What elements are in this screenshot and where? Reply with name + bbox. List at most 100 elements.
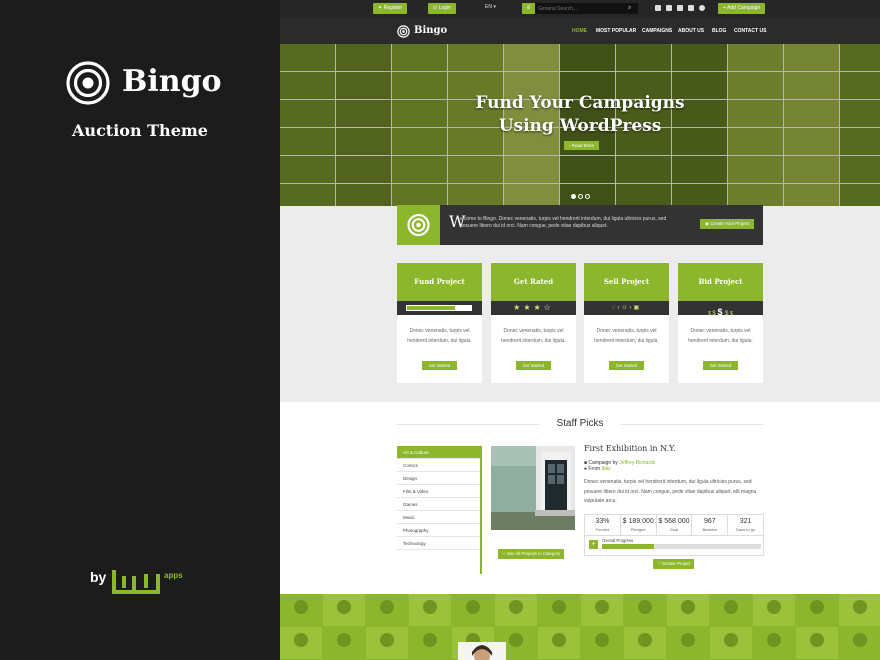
language-select[interactable]: EN ▾	[485, 4, 496, 10]
staff-picks-title: Staff Picks	[556, 418, 604, 429]
slider-dot[interactable]	[585, 194, 590, 199]
person-tile	[753, 594, 795, 626]
category-item[interactable]: Music	[397, 511, 481, 524]
chevron-down-icon: ▾	[491, 4, 496, 10]
project-image[interactable]	[491, 446, 575, 530]
nav-item-contact-us[interactable]: CONTACT US	[734, 28, 766, 34]
bingo-logo-icon	[66, 61, 110, 105]
category-item[interactable]: Photography	[397, 524, 481, 537]
person-tile	[538, 627, 580, 659]
get-started-button[interactable]: Get Started	[703, 361, 738, 370]
stat-pledged: $ 189 000 Pledged	[621, 515, 657, 535]
stat-label: Days to go	[736, 527, 756, 532]
maker-logo-icon	[112, 570, 160, 594]
progress-fill	[602, 544, 655, 549]
pinterest-icon[interactable]	[699, 5, 705, 11]
card-title: Sell Project	[584, 263, 669, 301]
card-title: Fund Project	[397, 263, 482, 301]
login-button[interactable]: ⊙ Login	[428, 3, 456, 14]
category-item[interactable]: Art & Culture	[397, 446, 481, 459]
person-tile	[452, 594, 494, 626]
category-item[interactable]: Games	[397, 498, 481, 511]
nav-item-about-us[interactable]: ABOUT US	[678, 28, 704, 34]
star-icon: ★	[523, 303, 534, 312]
person-tile	[667, 627, 709, 659]
see-all-projects-button[interactable]: ♡ See All Projects in Category	[498, 549, 565, 559]
person-tile	[538, 594, 580, 626]
main-navbar: Bingo HOME MOST POPULAR CAMPAIGNS ABOUT …	[280, 17, 880, 44]
nav-brand[interactable]: Bingo	[414, 25, 447, 36]
dollar-icon: $	[717, 307, 725, 317]
category-item[interactable]: Film & Video	[397, 485, 481, 498]
register-button[interactable]: ✦ Register	[373, 3, 408, 14]
vimeo-icon[interactable]	[677, 5, 683, 11]
person-tile	[495, 594, 537, 626]
star-icon: ☆	[543, 303, 554, 312]
youtube-icon[interactable]	[688, 5, 694, 11]
twitter-icon[interactable]	[666, 5, 672, 11]
bingo-logo-icon[interactable]	[397, 25, 410, 38]
donate-project-button[interactable]: ♡ Donate Project	[653, 559, 695, 569]
person-tile	[581, 594, 623, 626]
search-icon[interactable]: ⌕	[628, 3, 631, 14]
top-bar: ✦ Register ⊙ Login EN ▾ ≡ ⌕ + Add Campai…	[280, 0, 880, 17]
project-author-link[interactable]: Jeffrey Richards	[619, 460, 655, 466]
slider-dot[interactable]	[571, 194, 576, 199]
dollar-icon: $	[729, 311, 733, 317]
slider-dot[interactable]	[578, 194, 583, 199]
person-tile	[280, 627, 322, 659]
create-project-button[interactable]: ◉ Create Your Project	[700, 219, 755, 229]
person-tile	[366, 594, 408, 626]
project-stats: 33% Funded $ 189 000 Pledged $ 568 000 G…	[584, 514, 764, 536]
category-item[interactable]: Comics	[397, 459, 481, 472]
nav-item-campaigns[interactable]: CAMPAIGNS	[642, 28, 672, 34]
promo-subtitle: Auction Theme	[72, 121, 208, 140]
avatar	[458, 642, 506, 660]
card-icon-bar: ★★★☆	[491, 301, 576, 315]
stat-backers: 967 Backers	[692, 515, 729, 535]
person-tile	[839, 627, 880, 659]
read-more-button[interactable]: › Read More	[564, 141, 600, 150]
welcome-box: W elcome to Bingo. Donec venenatis, turp…	[397, 205, 763, 245]
sell-icons: ◌›☺›▣	[584, 304, 669, 311]
stat-label: Funded	[595, 527, 610, 532]
testimonial-avatar	[458, 642, 506, 660]
person-tile	[409, 594, 451, 626]
welcome-text: elcome to Bingo. Donec venenatis, turpis…	[460, 216, 667, 229]
project-title[interactable]: First Exhibition in N.Y.	[584, 444, 676, 453]
nav-item-home[interactable]: HOME	[572, 28, 587, 34]
category-item[interactable]: Design	[397, 472, 481, 485]
get-started-button[interactable]: Get Started	[516, 361, 551, 370]
plus-icon[interactable]: +	[589, 540, 598, 549]
project-location-link[interactable]: Italy	[601, 466, 610, 472]
card-text: Donec venenatis, turpis vel hendrerit in…	[688, 328, 753, 344]
card-title: Bid Project	[678, 263, 763, 301]
facebook-icon[interactable]	[655, 5, 661, 11]
rating-stars: ★★★☆	[491, 303, 576, 312]
get-started-button[interactable]: Get Started	[609, 361, 644, 370]
category-list: Art & Culture Comics Design Film & Video…	[397, 446, 481, 550]
add-campaign-button[interactable]: + Add Campaign	[718, 3, 766, 14]
category-item[interactable]: Technology	[397, 537, 481, 550]
person-tile	[753, 627, 795, 659]
nav-item-blog[interactable]: BLOG	[712, 28, 726, 34]
person-tile	[366, 627, 408, 659]
get-started-button[interactable]: Get Started	[422, 361, 457, 370]
person-tile	[839, 594, 880, 626]
welcome-logo-box	[397, 205, 440, 245]
project-description: Donec venenatis, turpis vel hendrerit in…	[584, 479, 757, 504]
testimonials-section	[280, 594, 880, 660]
card-icon-bar	[397, 301, 482, 315]
stat-value: 321	[739, 518, 752, 525]
hero-title-line1: Fund Your Campaigns	[475, 93, 685, 113]
stat-value: 967	[703, 518, 716, 525]
promo-by-label: by	[90, 569, 107, 585]
fund-progress-fill	[407, 306, 455, 310]
person-tile	[796, 594, 838, 626]
nav-item-most-popular[interactable]: MOST POPULAR	[596, 28, 636, 34]
category-accent-bar	[480, 446, 482, 574]
card-icon-bar: $ $ $ $ $	[678, 301, 763, 317]
search-input[interactable]	[522, 3, 638, 14]
progress-label: Overall Progress	[602, 538, 634, 543]
search-category-button[interactable]: ≡	[522, 3, 535, 14]
